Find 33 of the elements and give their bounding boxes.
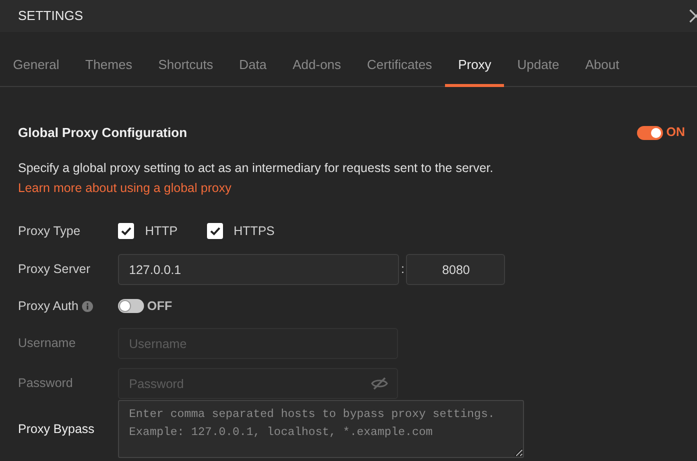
separator: : — [401, 261, 404, 278]
tab[interactable]: Data — [226, 54, 280, 87]
description: Specify a global proxy setting to act as an intermediary for requests sent to the server. — [18, 160, 494, 177]
tab[interactable]: Proxy — [445, 54, 504, 87]
tab[interactable]: Update — [504, 54, 572, 87]
checkbox-label: HTTP — [145, 222, 178, 240]
tab[interactable]: Shortcuts — [145, 54, 226, 87]
tab[interactable]: About — [572, 54, 632, 87]
bypass-field[interactable]: Enter comma separated hosts to bypass proxy settings. Example: 127.0.0.1, localhost, *.example.com — [118, 400, 524, 458]
tab[interactable]: Themes — [72, 54, 146, 87]
host-field[interactable]: 127.0.0.1 — [118, 254, 399, 285]
section-title: Global Proxy Configuration — [18, 124, 188, 142]
tab[interactable]: General — [0, 54, 72, 87]
field-label: Proxy Auth — [18, 298, 78, 315]
port-field[interactable]: 8080 — [406, 254, 506, 285]
tab[interactable]: Add-ons — [280, 54, 354, 87]
toggle-switch[interactable] — [118, 299, 144, 313]
field-label: Password — [18, 375, 74, 392]
checkbox-label: HTTPS — [234, 222, 275, 240]
toggle-switch[interactable] — [637, 126, 664, 140]
toggle-label: ON — [666, 124, 685, 142]
info-icon[interactable] — [82, 300, 93, 312]
toggle-label: OFF — [147, 298, 172, 315]
field-label: Proxy Bypass — [18, 420, 96, 438]
field-label: Proxy Server — [18, 261, 92, 278]
hidden-eye-icon[interactable] — [371, 377, 388, 390]
checkbox[interactable] — [206, 223, 223, 239]
window-title: SETTINGS — [18, 7, 84, 26]
learn-more-link[interactable]: Learn more about using a global proxy — [18, 181, 232, 196]
field-label: Username — [18, 335, 77, 352]
tab[interactable]: Certificates — [354, 54, 446, 87]
checkbox[interactable] — [118, 223, 134, 239]
field-label: Proxy Type — [18, 222, 82, 240]
